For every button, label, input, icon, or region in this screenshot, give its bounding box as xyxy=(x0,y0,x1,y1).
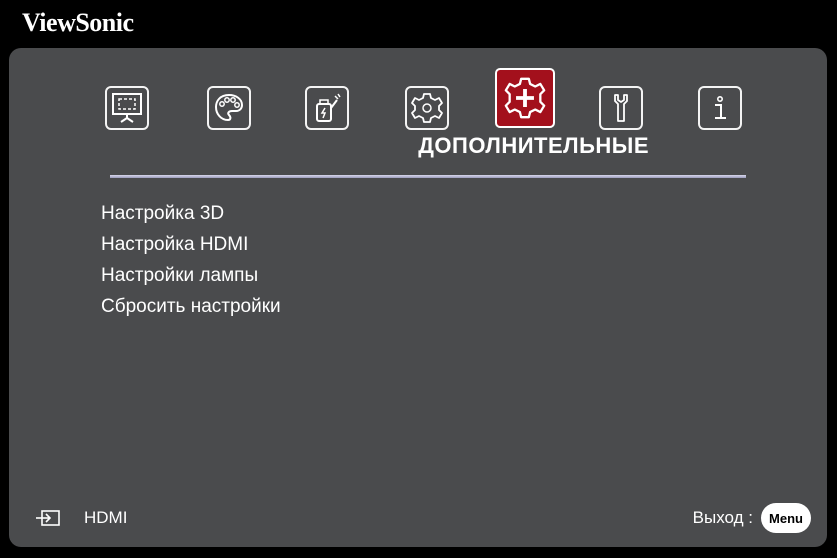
wrench-icon xyxy=(614,94,628,122)
menu-item-reset-settings[interactable]: Сбросить настройки xyxy=(101,291,281,322)
menu-button[interactable]: Menu xyxy=(761,503,811,533)
advanced-gear-plus-icon xyxy=(504,77,546,119)
input-source-label: HDMI xyxy=(84,508,128,527)
screen-icon xyxy=(112,93,142,123)
input-source-indicator: HDMI xyxy=(34,508,127,528)
tab-display[interactable] xyxy=(105,86,149,130)
exit-hint: Выход : Menu xyxy=(693,503,811,533)
menu-item-lamp-settings[interactable]: Настройки лампы xyxy=(101,260,281,291)
menu-item-hdmi-settings[interactable]: Настройка HDMI xyxy=(101,229,281,260)
info-icon xyxy=(715,96,726,119)
tab-management[interactable] xyxy=(599,86,643,130)
tab-basic[interactable] xyxy=(405,86,449,130)
menu-items: Настройка 3D Настройка HDMI Настройки ла… xyxy=(101,198,281,322)
brand-logo: ViewSonic xyxy=(22,8,134,37)
osd-frame: ViewSonic ДОПОЛНИТЕЛЬНЫЕ Настройка 3D На… xyxy=(0,0,837,558)
menu-title: ДОПОЛНИТЕЛЬНЫЕ xyxy=(418,133,649,158)
gear-icon xyxy=(411,93,443,123)
input-source-icon xyxy=(36,510,60,526)
tab-information[interactable] xyxy=(698,86,742,130)
osd-panel: ДОПОЛНИТЕЛЬНЫЕ Настройка 3D Настройка HD… xyxy=(9,48,827,547)
divider xyxy=(110,175,746,178)
menu-item-3d-settings[interactable]: Настройка 3D xyxy=(101,198,281,229)
tab-advanced[interactable] xyxy=(495,68,555,128)
menu-tabs xyxy=(9,48,827,188)
power-plug-icon xyxy=(316,93,341,122)
tab-picture[interactable] xyxy=(207,86,251,130)
tab-power[interactable] xyxy=(305,86,349,130)
exit-label: Выход : xyxy=(692,508,753,527)
palette-icon xyxy=(214,93,244,122)
